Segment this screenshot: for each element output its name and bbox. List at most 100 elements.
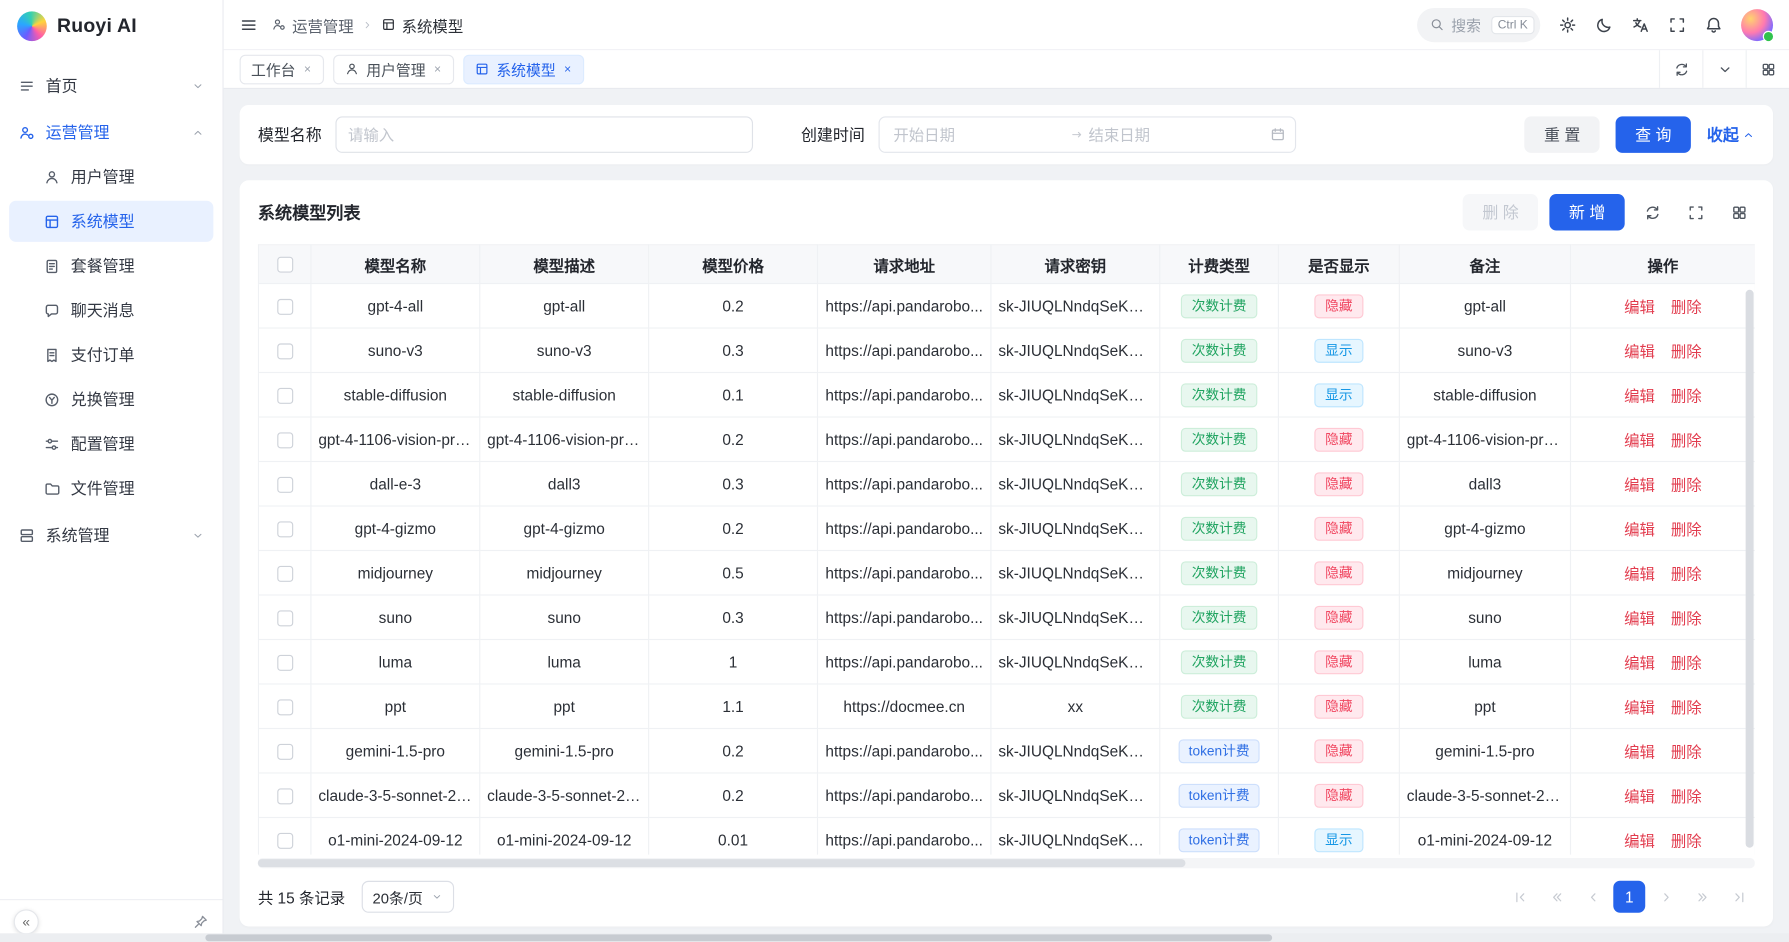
global-search[interactable]: 搜索 Ctrl K [1417, 7, 1540, 41]
close-icon[interactable] [302, 64, 312, 74]
user-avatar[interactable] [1741, 9, 1773, 41]
edit-link[interactable]: 编辑 [1624, 477, 1655, 494]
edit-link[interactable]: 编辑 [1624, 566, 1655, 583]
date-range-picker[interactable] [879, 116, 1297, 153]
table-row[interactable]: claude-3-5-sonnet-20... claude-3-5-sonne… [258, 773, 1754, 817]
row-checkbox[interactable] [277, 744, 293, 760]
tab[interactable]: 工作台 [240, 54, 324, 84]
sidebar-item[interactable]: 用户管理 [9, 156, 213, 197]
delete-link[interactable]: 删除 [1671, 744, 1702, 761]
delete-button[interactable]: 删 除 [1463, 194, 1538, 231]
row-checkbox[interactable] [277, 833, 293, 849]
fullscreen-icon[interactable] [1668, 15, 1686, 33]
delete-link[interactable]: 删除 [1671, 699, 1702, 716]
settings-gear-icon[interactable] [1559, 15, 1577, 33]
next-page-button[interactable] [1650, 881, 1682, 913]
table-row[interactable]: gpt-4-gizmo gpt-4-gizmo 0.2 https://api.… [258, 506, 1754, 550]
row-checkbox[interactable] [277, 477, 293, 493]
prev-group-button[interactable] [1540, 881, 1572, 913]
sidebar-collapse-button[interactable]: « [14, 909, 39, 934]
table-row[interactable]: suno suno 0.3 https://api.pandarobo... s… [258, 595, 1754, 639]
delete-link[interactable]: 删除 [1671, 388, 1702, 405]
delete-link[interactable]: 删除 [1671, 343, 1702, 360]
close-icon[interactable] [563, 64, 573, 74]
table-row[interactable]: dall-e-3 dall3 0.3 https://api.pandarobo… [258, 462, 1754, 506]
refresh-page-icon[interactable] [1659, 50, 1702, 88]
collapse-filter-link[interactable]: 收起 [1707, 123, 1755, 146]
edit-link[interactable]: 编辑 [1624, 833, 1655, 850]
table-row[interactable]: midjourney midjourney 0.5 https://api.pa… [258, 551, 1754, 595]
edit-link[interactable]: 编辑 [1624, 788, 1655, 805]
dark-mode-icon[interactable] [1595, 15, 1613, 33]
table-row[interactable]: ppt ppt 1.1 https://docmee.cn xx 次数计费 隐藏… [258, 684, 1754, 728]
edit-link[interactable]: 编辑 [1624, 299, 1655, 316]
next-group-button[interactable] [1686, 881, 1718, 913]
sidebar-item[interactable]: 支付订单 [9, 334, 213, 375]
row-checkbox[interactable] [277, 343, 293, 359]
edit-link[interactable]: 编辑 [1624, 610, 1655, 627]
sidebar-item[interactable]: 运营管理 [9, 112, 213, 153]
end-date-input[interactable] [1084, 126, 1265, 143]
sidebar-item[interactable]: 文件管理 [9, 468, 213, 509]
table-row[interactable]: luma luma 1 https://api.pandarobo... sk-… [258, 639, 1754, 683]
breadcrumb-parent[interactable]: 运营管理 [272, 13, 354, 36]
page-scrollbar-thumb[interactable] [205, 934, 1272, 941]
menu-toggle-icon[interactable] [240, 15, 258, 33]
sidebar-item[interactable]: 套餐管理 [9, 245, 213, 286]
close-icon[interactable] [432, 64, 442, 74]
sidebar-item[interactable]: 聊天消息 [9, 290, 213, 331]
tab-options-chevron-icon[interactable] [1702, 50, 1745, 88]
delete-link[interactable]: 删除 [1671, 299, 1702, 316]
select-all-checkbox[interactable] [277, 257, 293, 273]
delete-link[interactable]: 删除 [1671, 432, 1702, 449]
table-row[interactable]: stable-diffusion stable-diffusion 0.1 ht… [258, 373, 1754, 417]
page-number-button[interactable]: 1 [1613, 881, 1645, 913]
table-row[interactable]: o1-mini-2024-09-12 o1-mini-2024-09-12 0.… [258, 817, 1754, 854]
page-horizontal-scrollbar[interactable] [0, 933, 1789, 942]
first-page-button[interactable] [1504, 881, 1536, 913]
tab[interactable]: 系统模型 [463, 54, 584, 84]
row-checkbox[interactable] [277, 299, 293, 315]
row-checkbox[interactable] [277, 566, 293, 582]
edit-link[interactable]: 编辑 [1624, 521, 1655, 538]
model-name-input[interactable] [335, 116, 753, 153]
edit-link[interactable]: 编辑 [1624, 655, 1655, 672]
vertical-scrollbar-thumb[interactable] [1746, 290, 1754, 848]
query-button[interactable]: 查 询 [1616, 116, 1691, 153]
column-settings-icon[interactable] [1723, 196, 1755, 228]
edit-link[interactable]: 编辑 [1624, 432, 1655, 449]
edit-link[interactable]: 编辑 [1624, 699, 1655, 716]
row-checkbox[interactable] [277, 388, 293, 404]
delete-link[interactable]: 删除 [1671, 655, 1702, 672]
logo-row[interactable]: Ruoyi AI [0, 0, 222, 52]
pin-icon[interactable] [193, 913, 209, 929]
reset-button[interactable]: 重 置 [1525, 116, 1600, 153]
delete-link[interactable]: 删除 [1671, 788, 1702, 805]
language-icon[interactable] [1632, 15, 1650, 33]
layout-grid-icon[interactable] [1746, 50, 1789, 88]
add-button[interactable]: 新 增 [1550, 194, 1625, 231]
table-row[interactable]: gpt-4-all gpt-all 0.2 https://api.pandar… [258, 284, 1754, 328]
prev-page-button[interactable] [1577, 881, 1609, 913]
delete-link[interactable]: 删除 [1671, 566, 1702, 583]
notifications-bell-icon[interactable] [1705, 15, 1723, 33]
sidebar-item[interactable]: 兑换管理 [9, 379, 213, 420]
sidebar-item[interactable]: 首页 [9, 65, 213, 106]
sidebar-item[interactable]: 配置管理 [9, 423, 213, 464]
tab[interactable]: 用户管理 [333, 54, 454, 84]
refresh-table-icon[interactable] [1636, 196, 1668, 228]
table-row[interactable]: suno-v3 suno-v3 0.3 https://api.pandarob… [258, 328, 1754, 372]
last-page-button[interactable] [1723, 881, 1755, 913]
row-checkbox[interactable] [277, 610, 293, 626]
delete-link[interactable]: 删除 [1671, 610, 1702, 627]
table-horizontal-scrollbar[interactable] [258, 858, 1755, 868]
delete-link[interactable]: 删除 [1671, 521, 1702, 538]
delete-link[interactable]: 删除 [1671, 477, 1702, 494]
sidebar-item[interactable]: 系统模型 [9, 201, 213, 242]
fullscreen-table-icon[interactable] [1679, 196, 1711, 228]
edit-link[interactable]: 编辑 [1624, 388, 1655, 405]
row-checkbox[interactable] [277, 432, 293, 448]
page-size-select[interactable]: 20条/页 [361, 881, 454, 913]
row-checkbox[interactable] [277, 699, 293, 715]
table-row[interactable]: gemini-1.5-pro gemini-1.5-pro 0.2 https:… [258, 728, 1754, 772]
